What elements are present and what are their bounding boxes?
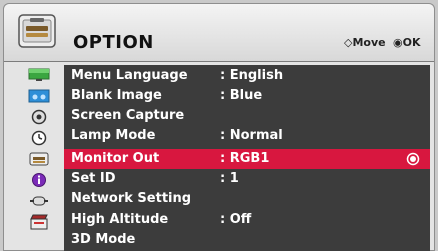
ok-button-icon: ◉: [393, 36, 403, 49]
input-icon: [29, 196, 48, 205]
menu-item-screen-capture[interactable]: Screen Capture: [64, 106, 430, 126]
menu-item-high-altitude[interactable]: High Altitude : Off: [64, 210, 430, 230]
selected-radio-icon: [406, 152, 420, 166]
sidebar-item-media[interactable]: [21, 212, 56, 231]
menu-item-value: : Off: [220, 212, 252, 227]
move-hint-label: Move: [352, 36, 386, 49]
sidebar-item-audio[interactable]: [21, 86, 56, 105]
sidebar-item-input[interactable]: [21, 191, 56, 210]
menu-item-blank-image[interactable]: Blank Image : Blue: [64, 86, 430, 106]
page-title: OPTION: [73, 32, 154, 53]
sidebar-item-picture[interactable]: [21, 65, 56, 84]
menu-item-label: Lamp Mode: [71, 128, 156, 143]
media-icon: [29, 214, 48, 229]
sidebar-item-info[interactable]: [21, 170, 56, 189]
menu-item-label: Set ID: [71, 171, 116, 186]
option-tool-icon: [18, 14, 56, 48]
option-list: Menu Language : English Blank Image : Bl…: [64, 65, 430, 251]
ok-hint: ◉OK: [393, 36, 420, 49]
menu-item-label: Network Setting: [71, 191, 192, 206]
menu-item-label: Screen Capture: [71, 108, 185, 123]
option-icon: [29, 152, 48, 165]
menu-item-value: : RGB1: [220, 151, 270, 166]
menu-item-value: : Normal: [220, 128, 283, 143]
menu-item-label: Blank Image: [71, 88, 162, 103]
settings-disc-icon: [31, 109, 46, 124]
sidebar-item-time[interactable]: [21, 128, 56, 147]
menu-item-label: Monitor Out: [71, 151, 160, 166]
menu-item-label: 3D Mode: [71, 232, 136, 247]
menu-item-3d-mode[interactable]: 3D Mode: [64, 230, 430, 250]
title-bar: OPTION ◇Move ◉OK: [4, 4, 434, 62]
time-icon: [31, 130, 46, 145]
option-menu-window: OPTION ◇Move ◉OK Menu Language: English…: [3, 3, 435, 251]
sidebar-item-option[interactable]: [21, 149, 56, 168]
menu-item-value: : English: [220, 68, 284, 83]
menu-item-monitor-out[interactable]: Monitor Out : RGB1: [64, 149, 430, 169]
menu-item-value: : Blue: [220, 88, 263, 103]
menu-item-menu-language[interactable]: Menu Language : English: [64, 66, 430, 86]
menu-item-set-id[interactable]: Set ID : 1: [64, 169, 430, 189]
menu-item-network-setting[interactable]: Network Setting: [64, 189, 430, 209]
menu-item-lamp-mode[interactable]: Lamp Mode : Normal: [64, 126, 430, 146]
menu-item-value: : 1: [220, 171, 239, 186]
ok-hint-label: OK: [402, 36, 421, 49]
audio-icon: [28, 89, 49, 102]
category-sidebar: [21, 65, 56, 251]
sidebar-item-setup[interactable]: [21, 107, 56, 126]
picture-icon: [28, 68, 49, 81]
menu-item-label: High Altitude: [71, 212, 169, 227]
menu-item-label: Menu Language: [71, 68, 188, 83]
info-icon: [31, 172, 46, 187]
move-hint: ◇Move: [344, 36, 386, 49]
